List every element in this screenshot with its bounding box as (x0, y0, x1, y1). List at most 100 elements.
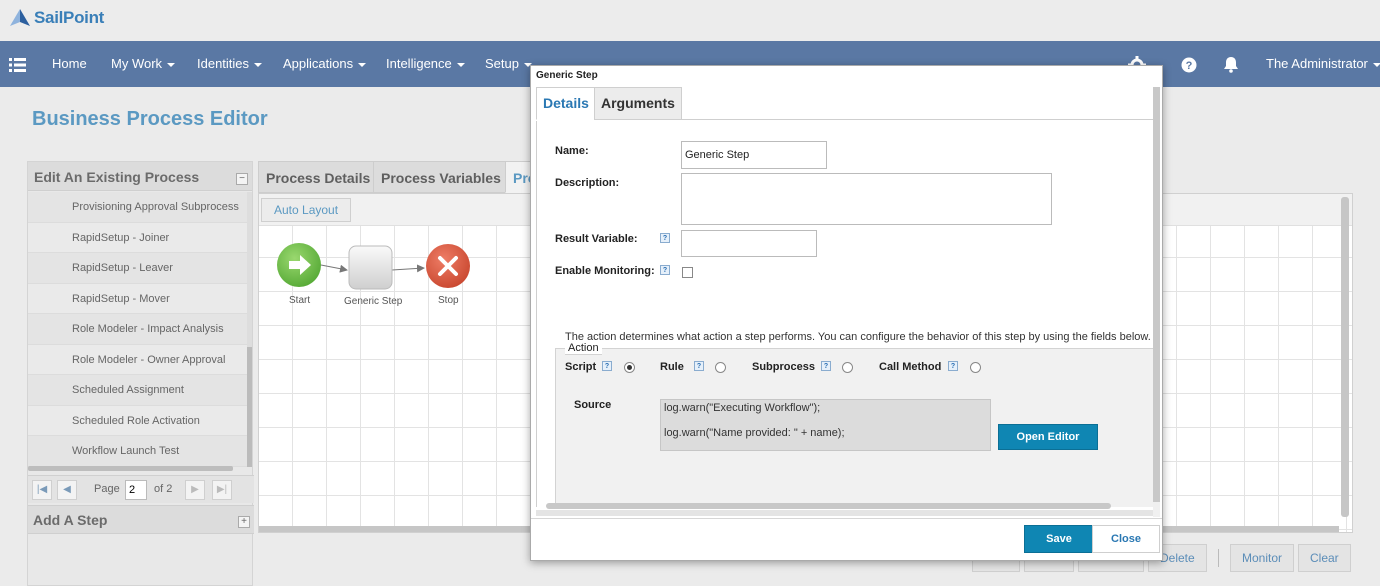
list-item[interactable]: Role Modeler - Owner Approval (28, 344, 248, 375)
help-icon[interactable]: ? (821, 361, 831, 371)
rule-radio[interactable] (715, 362, 726, 373)
dialog-body: Name: Description: Result Variable: ? En… (536, 121, 1153, 507)
dialog-hscrollbar[interactable] (546, 503, 1111, 509)
name-field[interactable] (681, 141, 827, 169)
dialog-tabs: Details Arguments (536, 87, 1153, 120)
open-editor-button[interactable]: Open Editor (998, 424, 1098, 450)
tab-arguments[interactable]: Arguments (594, 87, 682, 120)
help-icon[interactable]: ? (660, 233, 670, 243)
dialog-footer: Save Close (531, 518, 1162, 560)
chevron-down-icon (167, 62, 176, 67)
call-method-radio[interactable] (970, 362, 981, 373)
sailpoint-logo-icon (9, 8, 31, 28)
user-menu[interactable]: The Administrator (1266, 41, 1380, 87)
stop-node-label: Stop (438, 295, 459, 306)
help-icon[interactable]: ? (948, 361, 958, 371)
add-step-header[interactable]: Add A Step + (28, 505, 254, 534)
description-label: Description: (555, 177, 620, 189)
chevron-down-icon (254, 62, 263, 67)
process-list-scrollbar[interactable] (247, 192, 252, 467)
action-description: The action determines what action a step… (565, 331, 1151, 343)
page-label: Page (94, 483, 120, 495)
process-list-hscrollbar[interactable] (28, 466, 233, 471)
brand-name: SailPoint (34, 8, 105, 27)
nav-setup[interactable]: Setup (485, 41, 532, 87)
edit-existing-process-header[interactable]: Edit An Existing Process − (28, 162, 252, 191)
action-legend: Action (565, 342, 602, 355)
list-item[interactable]: Scheduled Role Activation (28, 405, 248, 436)
page-of-label: of 2 (154, 483, 173, 495)
page-title: Business Process Editor (32, 108, 268, 130)
result-variable-label: Result Variable: (555, 233, 638, 245)
help-icon[interactable]: ? (602, 361, 612, 371)
scrollbar-thumb[interactable] (1153, 87, 1160, 502)
list-item[interactable]: Provisioning Approval Subprocess (28, 192, 248, 223)
sailpoint-logo[interactable]: SailPoint (9, 8, 104, 28)
dialog-hscroll-track[interactable] (536, 510, 1153, 516)
generic-step-node-label: Generic Step (344, 296, 403, 307)
subprocess-radio[interactable] (842, 362, 853, 373)
chevron-down-icon (456, 62, 465, 67)
tab-details[interactable]: Details (536, 87, 596, 120)
monitor-button[interactable]: Monitor (1230, 544, 1295, 572)
canvas-vscrollbar[interactable] (1341, 197, 1349, 517)
chevron-down-icon (358, 62, 367, 67)
list-item[interactable]: RapidSetup - Joiner (28, 222, 248, 253)
script-option-label: Script (565, 361, 597, 373)
dialog-vscrollbar[interactable] (1153, 87, 1160, 517)
page-number-input[interactable] (125, 480, 147, 500)
svg-text:?: ? (1186, 60, 1193, 72)
scrollbar-thumb[interactable] (247, 347, 252, 467)
list-item[interactable]: Scheduled Assignment (28, 375, 248, 406)
nav-applications[interactable]: Applications (283, 41, 367, 87)
start-node[interactable] (277, 243, 321, 287)
list-item[interactable]: RapidSetup - Leaver (28, 253, 248, 284)
last-page-icon[interactable]: ▶| (212, 480, 232, 500)
source-label: Source (574, 399, 612, 411)
prev-page-icon[interactable]: ◀ (57, 480, 77, 500)
list-item[interactable]: Role Modeler - Impact Analysis (28, 314, 248, 345)
nav-intelligence[interactable]: Intelligence (386, 41, 465, 87)
add-step-title: Add A Step (33, 512, 108, 528)
subprocess-option-label: Subprocess (752, 361, 815, 373)
list-item[interactable]: RapidSetup - Mover (28, 283, 248, 314)
stop-node[interactable] (426, 244, 470, 288)
next-page-icon[interactable]: ▶ (185, 480, 205, 500)
close-button[interactable]: Close (1092, 525, 1160, 553)
tab-process-variables[interactable]: Process Variables (373, 161, 509, 193)
generic-step-dialog: Generic Step Details Arguments Name: Des… (530, 65, 1163, 561)
name-label: Name: (555, 145, 589, 157)
edit-existing-process-title: Edit An Existing Process (34, 169, 200, 185)
script-radio[interactable] (624, 362, 635, 373)
clear-button[interactable]: Clear (1298, 544, 1351, 572)
source-code-field[interactable]: log.warn("Executing Workflow"); log.warn… (660, 399, 991, 451)
left-panel: Edit An Existing Process − Provisioning … (27, 161, 254, 586)
brand-bar: SailPoint (0, 0, 1380, 41)
generic-step-node[interactable] (348, 245, 393, 290)
description-field[interactable] (681, 173, 1052, 225)
nav-my-work[interactable]: My Work (111, 41, 176, 87)
dialog-title: Generic Step (536, 70, 598, 81)
help-icon[interactable]: ? (1181, 41, 1197, 87)
tab-process-details[interactable]: Process Details (258, 161, 379, 193)
nav-identities[interactable]: Identities (197, 41, 263, 87)
collapse-icon[interactable]: − (236, 173, 248, 185)
pager: |◀ ◀ Page of 2 ▶ ▶| (28, 475, 254, 503)
nav-home[interactable]: Home (52, 41, 87, 87)
enable-monitoring-checkbox[interactable] (682, 267, 693, 278)
call-method-option-label: Call Method (879, 361, 942, 373)
button-divider (1218, 549, 1219, 567)
result-variable-field[interactable] (681, 230, 817, 257)
source-line: log.warn("Name provided: " + name); (664, 427, 845, 439)
help-icon[interactable]: ? (694, 361, 704, 371)
list-item[interactable]: Workflow Launch Test (28, 436, 248, 467)
save-button[interactable]: Save (1024, 525, 1094, 553)
bell-icon[interactable] (1223, 41, 1239, 87)
help-icon[interactable]: ? (660, 265, 670, 275)
menu-list-icon[interactable] (9, 41, 26, 87)
source-line: log.warn("Executing Workflow"); (664, 402, 821, 414)
first-page-icon[interactable]: |◀ (32, 480, 52, 500)
enable-monitoring-label: Enable Monitoring: (555, 265, 655, 277)
chevron-down-icon (1372, 62, 1380, 67)
expand-icon[interactable]: + (238, 516, 250, 528)
